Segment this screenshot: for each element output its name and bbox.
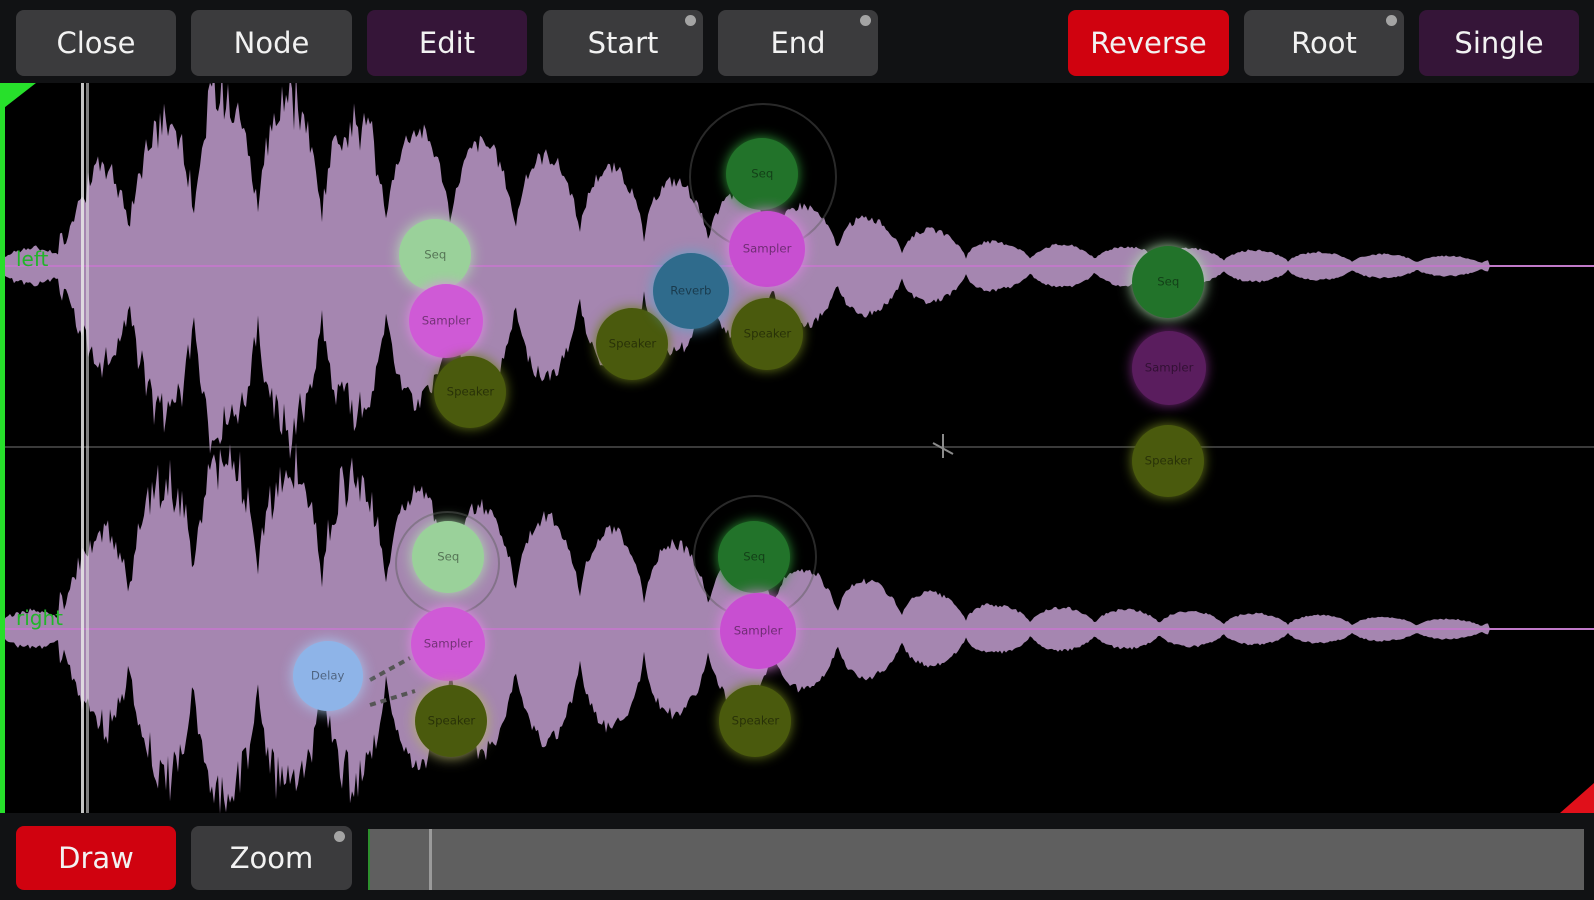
delay-node[interactable]: Delay [293,641,363,711]
end-label: End [770,26,826,60]
waveform-editor[interactable]: left right Seq Sampler Speaker Speaker R… [0,83,1594,813]
seq-node[interactable]: Seq [718,521,790,593]
start-marker-handle [0,83,36,111]
waveform-shape [0,442,1594,813]
right-channel-label: right [16,606,63,630]
draw-label: Draw [58,841,134,875]
zoom-button[interactable]: Zoom [191,826,352,890]
zoom-label: Zoom [229,841,314,875]
single-button[interactable]: Single [1419,10,1579,76]
reverse-label: Reverse [1090,26,1207,60]
seq-node[interactable]: Seq [399,219,471,291]
sampler-node[interactable]: Sampler [1132,331,1206,405]
speaker-node[interactable]: Speaker [596,308,668,380]
speaker-node[interactable]: Speaker [731,298,803,370]
waveform-right-channel [0,442,1594,813]
close-button[interactable]: Close [16,10,176,76]
edit-label: Edit [418,26,476,60]
root-label: Root [1291,26,1357,60]
scrollbar-thumb[interactable] [428,829,432,890]
start-button[interactable]: Start [543,10,703,76]
speaker-node[interactable]: Speaker [1132,425,1204,497]
speaker-node[interactable]: Speaker [719,685,791,757]
waveform-scrollbar[interactable] [368,829,1584,890]
speaker-node[interactable]: Speaker [434,356,506,428]
start-marker [0,83,5,813]
seq-node[interactable]: Seq [412,521,484,593]
single-label: Single [1454,26,1544,60]
node-label: Node [233,26,310,60]
playhead-line [81,83,84,813]
left-channel-label: left [16,247,49,271]
node-button[interactable]: Node [191,10,352,76]
submenu-indicator-icon [334,831,345,842]
scrollbar-start-edge [368,829,370,890]
edit-button[interactable]: Edit [367,10,527,76]
draw-button[interactable]: Draw [16,826,176,890]
start-label: Start [587,26,659,60]
submenu-indicator-icon [860,15,871,26]
sampler-node[interactable]: Sampler [411,607,485,681]
close-label: Close [56,26,136,60]
sampler-node[interactable]: Sampler [409,284,483,358]
seq-node[interactable]: Seq [726,138,798,210]
sampler-node[interactable]: Sampler [720,593,796,669]
sampler-node[interactable]: Sampler [729,211,805,287]
speaker-node[interactable]: Speaker [415,685,487,757]
end-button[interactable]: End [718,10,878,76]
reverb-node[interactable]: Reverb [653,253,729,329]
seq-node[interactable]: Seq [1132,246,1204,318]
root-button[interactable]: Root [1244,10,1404,76]
reverse-button[interactable]: Reverse [1068,10,1229,76]
playhead-line-shadow [86,83,89,813]
submenu-indicator-icon [685,15,696,26]
end-marker-handle [1560,783,1594,813]
submenu-indicator-icon [1386,15,1397,26]
